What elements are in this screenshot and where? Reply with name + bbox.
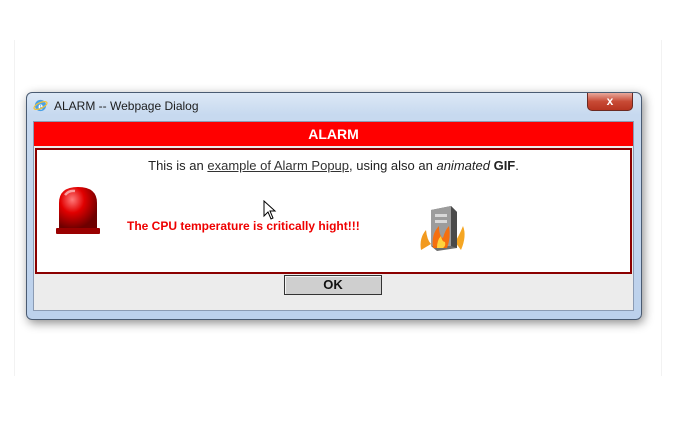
dialog-body: ALARM This is an example of Alarm Popup,… [33, 121, 634, 311]
intro-suffix: . [515, 158, 519, 173]
alarm-header-title: ALARM [308, 126, 359, 142]
intro-middle: , using also an [349, 158, 437, 173]
red-siren-icon [56, 187, 100, 234]
intro-prefix: This is an [148, 158, 208, 173]
ok-button[interactable]: OK [284, 275, 382, 295]
example-link[interactable]: example of Alarm Popup [207, 158, 349, 173]
alarm-header: ALARM [34, 122, 633, 146]
window-title: ALARM -- Webpage Dialog [54, 99, 199, 113]
internet-explorer-icon: e [33, 99, 48, 112]
intro-text: This is an example of Alarm Popup, using… [37, 158, 630, 173]
burning-computer-icon [420, 206, 465, 251]
dialog-window: e ALARM -- Webpage Dialog x ALARM This i… [26, 92, 642, 320]
close-icon: x [606, 94, 614, 108]
alarm-content-box: This is an example of Alarm Popup, using… [35, 148, 632, 274]
intro-bold: GIF [493, 158, 516, 173]
close-button[interactable]: x [587, 93, 633, 111]
intro-italic: animated [436, 158, 490, 173]
title-bar[interactable]: e ALARM -- Webpage Dialog x [27, 93, 641, 119]
warning-message: The CPU temperature is critically hight!… [127, 219, 360, 233]
mouse-cursor-icon [263, 200, 277, 220]
